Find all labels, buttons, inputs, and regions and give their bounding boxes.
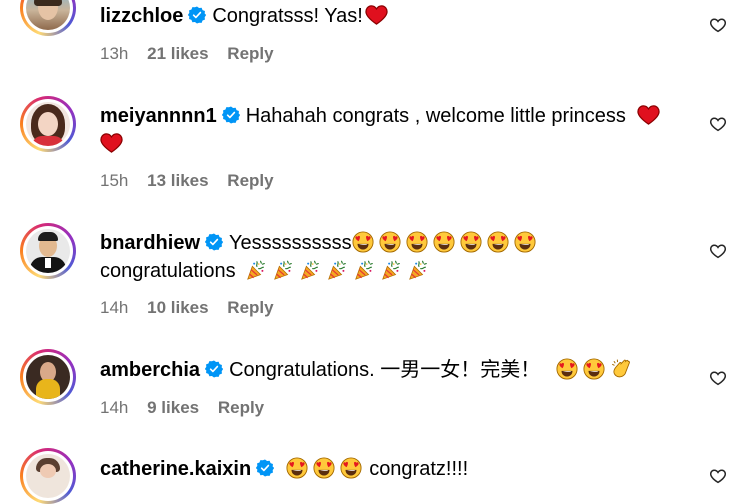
reply-button[interactable]: Reply bbox=[227, 171, 273, 190]
comment-likes[interactable]: 9 likes bbox=[147, 398, 199, 417]
verified-badge-icon bbox=[222, 106, 240, 124]
reply-button[interactable]: Reply bbox=[227, 44, 273, 63]
comment-username[interactable]: amberchia bbox=[100, 359, 200, 381]
party-popper-icon bbox=[380, 259, 402, 281]
verified-badge-icon bbox=[205, 233, 223, 251]
heart-eyes-icon bbox=[460, 231, 482, 253]
heart-eyes-icon bbox=[352, 231, 374, 253]
comment-likes[interactable]: 21 likes bbox=[147, 44, 208, 63]
heart-eyes-icon bbox=[583, 358, 605, 380]
heart-eyes-icon bbox=[433, 231, 455, 253]
comment-body: Hahahah congrats , welcome little prince… bbox=[245, 105, 626, 127]
red-heart-icon bbox=[637, 103, 660, 126]
comment-text: bnardhiew Yessssssssss congratulations bbox=[100, 229, 672, 285]
avatar-photo bbox=[26, 102, 70, 146]
red-heart-icon bbox=[365, 3, 388, 26]
heart-eyes-icon bbox=[556, 358, 578, 380]
heart-eyes-icon bbox=[406, 231, 428, 253]
comment-username[interactable]: bnardhiew bbox=[100, 232, 200, 254]
avatar[interactable] bbox=[20, 0, 76, 36]
like-heart-icon[interactable] bbox=[709, 369, 727, 387]
like-heart-icon[interactable] bbox=[709, 242, 727, 260]
comment-text: amberchia Congratulations. 一男一女！完美！ bbox=[100, 356, 672, 384]
avatar-photo bbox=[26, 229, 70, 273]
comment-username[interactable]: catherine.kaixin bbox=[100, 458, 251, 480]
reply-button[interactable]: Reply bbox=[218, 398, 264, 417]
comment-meta: 15h 13 likes Reply bbox=[100, 171, 288, 191]
heart-eyes-icon bbox=[514, 231, 536, 253]
comment-meta: 13h 21 likes Reply bbox=[100, 44, 288, 64]
comment-body: Congratulations. 一男一女！完美！ bbox=[229, 359, 541, 381]
comment-meta: 14h 9 likes Reply bbox=[100, 398, 278, 418]
party-popper-icon bbox=[245, 259, 267, 281]
like-heart-icon[interactable] bbox=[709, 115, 727, 133]
avatar[interactable] bbox=[20, 96, 76, 152]
comment-body: Yessssssssss bbox=[229, 232, 352, 254]
party-popper-icon bbox=[326, 259, 348, 281]
avatar[interactable] bbox=[20, 223, 76, 279]
comment-text: meiyannnn1 Hahahah congrats , welcome lit… bbox=[100, 102, 672, 158]
comment-time: 13h bbox=[100, 44, 129, 63]
like-heart-icon[interactable] bbox=[709, 16, 727, 34]
clapping-hands-icon bbox=[610, 358, 632, 380]
comment-time: 14h bbox=[100, 298, 129, 317]
verified-badge-icon bbox=[256, 459, 274, 477]
comment-time: 15h bbox=[100, 171, 129, 190]
heart-eyes-icon bbox=[340, 457, 362, 479]
verified-badge-icon bbox=[205, 360, 223, 378]
comment-meta: 14h 10 likes Reply bbox=[100, 298, 288, 318]
party-popper-icon bbox=[407, 259, 429, 281]
avatar-photo bbox=[26, 355, 70, 399]
red-heart-icon bbox=[100, 131, 123, 154]
heart-eyes-icon bbox=[313, 457, 335, 479]
comment-likes[interactable]: 10 likes bbox=[147, 298, 208, 317]
comment-text: lizzchloe Congratsss! Yas! bbox=[100, 2, 672, 30]
comment-username[interactable]: lizzchloe bbox=[100, 5, 183, 27]
party-popper-icon bbox=[272, 259, 294, 281]
avatar[interactable] bbox=[20, 349, 76, 405]
heart-eyes-icon bbox=[286, 457, 308, 479]
comment-username[interactable]: meiyannnn1 bbox=[100, 105, 217, 127]
heart-eyes-icon bbox=[379, 231, 401, 253]
comment-time: 14h bbox=[100, 398, 129, 417]
comment-body-line2: congratulations bbox=[100, 260, 236, 282]
avatar-photo bbox=[26, 0, 70, 30]
comment-body: congratz!!!! bbox=[369, 458, 469, 480]
party-popper-icon bbox=[353, 259, 375, 281]
verified-badge-icon bbox=[188, 6, 206, 24]
comment-likes[interactable]: 13 likes bbox=[147, 171, 208, 190]
avatar-photo bbox=[26, 454, 70, 498]
party-popper-icon bbox=[299, 259, 321, 281]
heart-eyes-icon bbox=[487, 231, 509, 253]
like-heart-icon[interactable] bbox=[709, 467, 727, 485]
reply-button[interactable]: Reply bbox=[227, 298, 273, 317]
comment-text: catherine.kaixin congratz!!!! bbox=[100, 455, 672, 483]
comment-body: Congratsss! Yas! bbox=[212, 5, 363, 27]
avatar[interactable] bbox=[20, 448, 76, 504]
